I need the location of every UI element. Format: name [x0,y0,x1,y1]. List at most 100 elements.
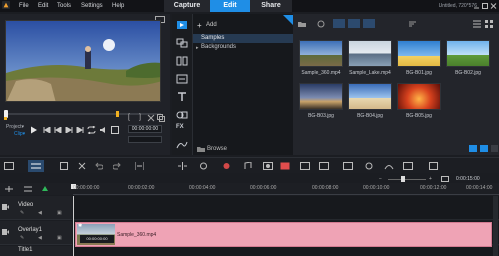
track-lock-icon[interactable]: ▣ [57,210,62,216]
split-icon[interactable] [178,162,187,170]
zoom-out-icon[interactable]: − [379,176,382,182]
add-folder-label[interactable]: Add [206,22,217,28]
menu-help[interactable]: Help [112,1,124,11]
media-icon[interactable] [176,20,188,30]
multicam-icon[interactable] [300,162,310,170]
scrub-bar[interactable] [5,113,161,115]
project-mode-label[interactable]: Project▾ [6,124,24,130]
zoom-in-icon[interactable]: + [429,176,432,182]
track-mute-icon[interactable]: ◀ [38,210,42,216]
menu-settings[interactable]: Settings [81,1,103,11]
folder-samples[interactable]: Samples [193,34,293,43]
menu-file[interactable]: File [19,1,29,11]
folder-backgrounds[interactable]: Backgrounds [201,44,236,50]
timeline-view-button[interactable] [28,160,44,172]
fx-filter-icon[interactable]: FX [176,124,188,134]
thumb-sample-lake[interactable]: Sample_Lake.mp4 [348,40,392,80]
record-voiceover-icon[interactable] [222,162,231,170]
clip-mode-label[interactable]: Clip▾ [14,131,25,137]
end-icon[interactable] [76,127,84,133]
mark-in-button[interactable]: [ [128,114,130,121]
list-view-icon[interactable] [473,20,481,28]
render-icon[interactable] [429,162,438,170]
timecode-display[interactable]: 00:00:00:00 [128,125,162,133]
title-track-icon[interactable] [176,74,188,84]
track-edit-icon[interactable]: ✎ [20,210,24,216]
screen-recorder-icon[interactable] [403,162,413,170]
redo-icon[interactable] [113,162,121,170]
track-header-overlay1[interactable]: Overlay1 ✎ ◀ ▣ [0,221,72,245]
sort-icon[interactable] [409,21,416,27]
split-clip-icon[interactable] [147,114,155,122]
thumb-bg-b01[interactable]: BG-B01.jpg [397,40,441,80]
folder-icon[interactable] [298,20,306,28]
ripple-toggle-icon[interactable] [41,185,49,193]
ripple-edit-icon[interactable] [24,186,32,192]
transition-icon[interactable] [176,56,188,66]
filter-video-button[interactable] [333,19,345,28]
menu-edit[interactable]: Edit [38,1,48,11]
panel-option-1-button[interactable] [469,145,477,152]
timeline-scrollbar[interactable] [493,196,498,256]
folder-expand-icon[interactable]: ▸ [196,45,199,51]
undo-icon[interactable] [95,162,103,170]
home-icon[interactable] [43,127,51,133]
mark-in-marker[interactable] [4,117,7,120]
next-frame-icon[interactable] [65,127,73,133]
panel-option-3-button[interactable] [491,145,498,152]
tracks-manager-icon[interactable] [60,162,68,170]
add-track-icon[interactable] [5,186,13,192]
auto-music-icon[interactable] [243,162,253,170]
camera-icon[interactable] [317,20,325,28]
track-header-video[interactable]: Video ✎ ◀ ▣ [0,196,72,220]
audio-ducking-icon[interactable] [364,162,374,170]
mark-out-marker[interactable] [116,111,119,117]
tab-edit[interactable]: Edit [210,0,250,12]
grid-view-icon[interactable] [485,20,493,28]
window-controls-icon[interactable] [473,2,497,10]
speed-icon[interactable] [384,162,394,170]
path-icon[interactable] [176,140,188,150]
repeat-icon[interactable] [87,126,96,134]
browse-folder-icon[interactable] [197,146,205,152]
track-lock-icon[interactable]: ▣ [57,235,62,241]
thumb-bg-b05[interactable]: BG-B05.jpg [397,83,441,123]
timecode-secondary[interactable] [128,136,162,143]
tab-share[interactable]: Share [250,0,292,12]
storyboard-view-icon[interactable] [4,162,14,170]
track-lane-title1[interactable] [73,246,499,256]
panel-option-2-button[interactable] [480,145,488,152]
fit-project-icon[interactable] [441,176,449,182]
track-mute-icon[interactable]: ◀ [38,235,42,241]
zoom-preview-icon[interactable] [111,126,119,134]
mark-out-button[interactable]: ] [139,114,141,121]
zoom-slider[interactable] [388,179,426,180]
thumb-bg-b02[interactable]: BG-B02.jpg [446,40,490,80]
add-folder-icon[interactable]: + [197,21,202,30]
subtitle-icon[interactable] [280,162,290,170]
volume-icon[interactable] [99,126,108,134]
motion-tracking-icon[interactable] [199,162,208,170]
thumb-bg-b03[interactable]: BG-B03.jpg [299,83,343,123]
mask-creator-icon[interactable] [263,162,273,170]
filter-audio-button[interactable] [363,19,375,28]
play-icon[interactable] [30,126,38,134]
browse-label[interactable]: Browse [207,146,227,152]
instant-project-icon[interactable] [176,38,188,48]
previous-frame-icon[interactable] [54,127,62,133]
copy-icon[interactable] [157,114,165,122]
zoom-slider-handle[interactable] [401,176,405,182]
track-header-title1[interactable]: Title1 [0,246,72,256]
trim-icon[interactable] [135,162,144,170]
cut-icon[interactable] [78,162,86,170]
filter-photo-button[interactable] [348,19,360,28]
track-lane-video[interactable] [73,196,499,220]
thumb-bg-b04[interactable]: BG-B04.jpg [348,83,392,123]
menu-tools[interactable]: Tools [57,1,71,11]
track-edit-icon[interactable]: ✎ [20,235,24,241]
tab-capture[interactable]: Capture [164,0,210,12]
time-remapping-icon[interactable] [319,162,329,170]
color-grading-icon[interactable] [343,162,353,170]
text-icon[interactable] [176,92,188,102]
video-preview[interactable] [5,20,161,102]
